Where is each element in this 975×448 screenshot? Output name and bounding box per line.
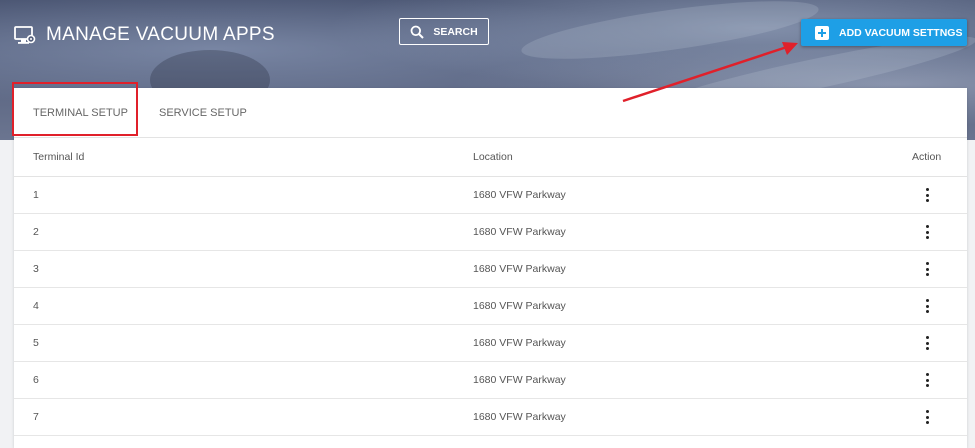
column-header-location: Location (473, 151, 513, 163)
table-row: 7 1680 VFW Parkway (14, 399, 967, 436)
add-button-label: ADD VACUUM SETTNGS (839, 26, 963, 39)
more-vertical-icon[interactable] (924, 299, 930, 313)
table-row: 3 1680 VFW Parkway (14, 251, 967, 288)
location-cell: 1680 VFW Parkway (473, 374, 566, 386)
terminal-id-cell: 3 (33, 263, 39, 275)
more-vertical-icon[interactable] (924, 336, 930, 350)
terminal-id-cell: 4 (33, 300, 39, 312)
terminal-id-cell: 7 (33, 411, 39, 423)
column-header-action: Action (912, 151, 942, 163)
location-cell: 1680 VFW Parkway (473, 226, 566, 238)
location-cell: 1680 VFW Parkway (473, 189, 566, 201)
table-row: 4 1680 VFW Parkway (14, 288, 967, 325)
table-row: 5 1680 VFW Parkway (14, 325, 967, 362)
table-row: 1 1680 VFW Parkway (14, 177, 967, 214)
more-vertical-icon[interactable] (924, 188, 930, 202)
monitor-settings-icon (14, 24, 36, 46)
location-cell: 1680 VFW Parkway (473, 411, 566, 423)
tab-bar: TERMINAL SETUP SERVICE SETUP (12, 82, 967, 138)
location-cell: 1680 VFW Parkway (473, 263, 566, 275)
page-title-text: MANAGE VACUUM APPS (46, 24, 275, 45)
column-header-terminal-id: Terminal Id (33, 151, 85, 163)
plus-box-icon (815, 25, 829, 40)
search-icon (410, 25, 425, 39)
tab-terminal-setup-label: TERMINAL SETUP (33, 106, 128, 119)
page-title: MANAGE VACUUM APPS (14, 24, 275, 46)
location-cell: 1680 VFW Parkway (473, 300, 566, 312)
location-cell: 1680 VFW Parkway (473, 337, 566, 349)
more-vertical-icon[interactable] (924, 373, 930, 387)
more-vertical-icon[interactable] (924, 410, 930, 424)
terminal-id-cell: 5 (33, 337, 39, 349)
table-header: Terminal Id Location Action (14, 138, 967, 177)
table-row: 2 1680 VFW Parkway (14, 214, 967, 251)
terminal-id-cell: 6 (33, 374, 39, 386)
more-vertical-icon[interactable] (924, 225, 930, 239)
search-button[interactable]: SEARCH (399, 18, 489, 45)
terminal-id-cell: 2 (33, 226, 39, 238)
add-vacuum-settings-button[interactable]: ADD VACUUM SETTNGS (801, 19, 967, 46)
terminal-id-cell: 1 (33, 189, 39, 201)
terminal-card: TERMINAL SETUP SERVICE SETUP Terminal Id… (12, 82, 967, 448)
tab-service-setup[interactable]: SERVICE SETUP (159, 88, 247, 137)
search-button-label: SEARCH (433, 25, 478, 38)
tab-terminal-setup[interactable]: TERMINAL SETUP (33, 88, 128, 137)
more-vertical-icon[interactable] (924, 262, 930, 276)
tab-service-setup-label: SERVICE SETUP (159, 106, 247, 119)
table-row: 6 1680 VFW Parkway (14, 362, 967, 399)
